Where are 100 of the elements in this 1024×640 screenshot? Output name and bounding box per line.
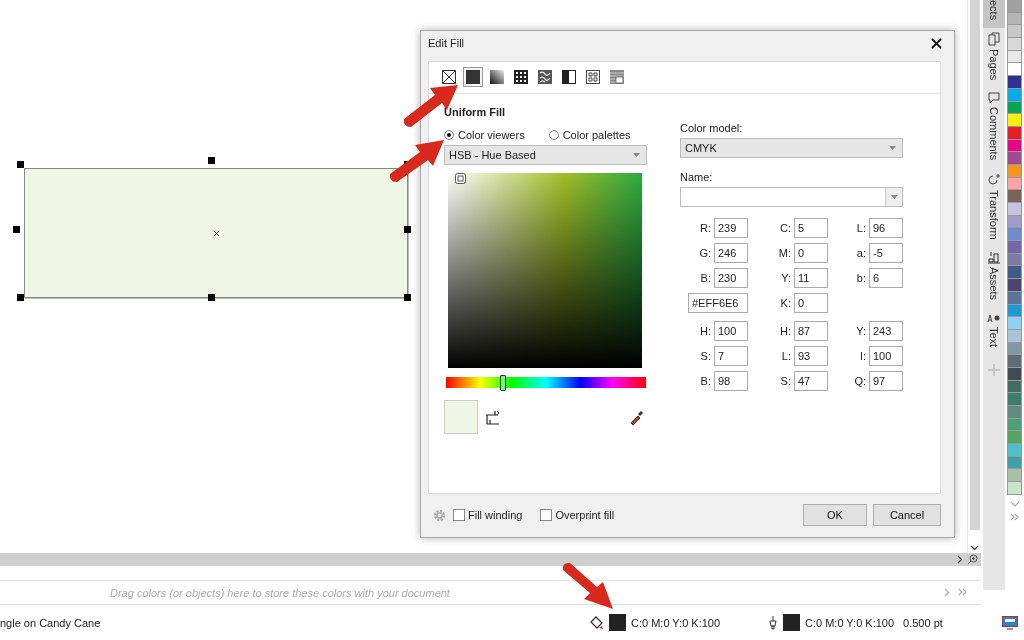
hue-slider[interactable] [446,377,646,388]
color-swatch[interactable] [1007,392,1022,406]
value-field[interactable]: 11 [794,268,828,288]
value-field[interactable]: 100 [869,346,903,366]
monitor-icon[interactable] [1002,615,1018,630]
docker-tab[interactable]: Transform [983,168,1005,248]
docker-tab[interactable]: ects [983,0,1005,29]
color-picker-marker-icon[interactable] [455,173,466,184]
color-swatch[interactable] [1007,278,1022,292]
text-icon[interactable] [987,312,1001,325]
value-field[interactable]: 7 [714,346,748,366]
hue-slider-thumb[interactable] [500,375,506,391]
value-field[interactable]: 87 [794,321,828,341]
rotate-icon[interactable] [987,172,1001,187]
pages-icon[interactable] [988,32,1000,47]
add-icon[interactable] [988,363,1000,376]
docker-tab[interactable]: Comments [983,88,1005,169]
color-swatch[interactable] [1007,0,1022,13]
color-swatch[interactable] [1007,354,1022,368]
docker-tab[interactable]: Text [983,308,1005,356]
chevron-down-icon[interactable] [970,545,979,551]
value-field[interactable]: 0 [794,243,828,263]
color-swatch[interactable] [1007,62,1022,77]
color-swatch[interactable] [1007,443,1022,457]
value-field[interactable]: 47 [794,371,828,391]
radio-button[interactable] [444,130,454,140]
selection-handle[interactable] [404,294,411,301]
color-swatch[interactable] [1007,265,1022,280]
color-swatch[interactable] [1007,37,1022,51]
value-field[interactable]: 97 [869,371,903,391]
value-field[interactable]: 6 [869,268,903,288]
selection-handle[interactable] [208,157,215,164]
value-field[interactable]: -5 [869,243,903,263]
checkbox-option[interactable]: Overprint fill [540,509,615,521]
assets-icon[interactable] [987,251,1001,265]
rectangle-shape[interactable] [24,168,408,298]
color-swatch[interactable] [1007,24,1022,39]
checkbox-option[interactable]: Fill winding [453,509,523,521]
color-swatch[interactable] [1007,113,1022,127]
speech-bubble-icon[interactable] [988,92,1000,105]
color-swatch[interactable] [1007,75,1022,89]
radio-option[interactable]: Color viewers [444,129,525,141]
settings-icon[interactable] [432,507,447,523]
checkbox[interactable] [540,509,553,521]
value-field[interactable]: 0 [794,293,828,313]
zoom-icon[interactable] [967,554,978,565]
color-swatch[interactable] [1007,316,1022,330]
pen-nib-icon[interactable] [768,615,778,630]
value-field[interactable]: 230 [714,268,748,288]
selection-handle[interactable] [208,294,215,301]
fill-type-button[interactable] [583,67,603,87]
color-swatch[interactable] [1007,481,1022,495]
outline-color-swatch[interactable] [783,614,800,631]
dialog-button[interactable]: Cancel [873,504,941,526]
eyedropper-icon[interactable] [629,409,645,425]
docker-tab[interactable]: Assets [983,247,1005,309]
color-swatch[interactable] [1007,189,1022,203]
value-field[interactable]: 96 [869,218,903,238]
dropdown-arrow-icon[interactable] [890,195,898,199]
value-field[interactable]: 98 [714,371,748,391]
viewer-dropdown[interactable]: HSB - Hue Based [444,145,647,165]
docker-tab[interactable]: Pages [983,28,1005,89]
fill-type-button[interactable] [463,67,483,87]
close-icon[interactable] [931,37,942,49]
fill-color-swatch[interactable] [609,614,626,631]
selection-handle[interactable] [17,294,24,301]
radio-button[interactable] [548,130,559,140]
horizontal-scrollbar[interactable] [0,553,981,566]
checkbox[interactable] [453,509,465,521]
fill-bucket-icon[interactable] [590,615,604,630]
color-swatch[interactable] [1007,202,1022,216]
value-field[interactable]: 243 [869,321,903,341]
color-swatch[interactable] [1007,430,1022,445]
color-swatch[interactable] [1007,151,1022,165]
vertical-scrollbar[interactable] [967,0,981,553]
double-chevron-icon[interactable] [958,588,967,596]
fill-type-button[interactable] [439,67,459,87]
fill-type-button[interactable] [535,67,555,87]
selection-handle[interactable] [13,226,20,233]
radio-option[interactable]: Color palettes [548,129,631,141]
value-field[interactable]: 100 [714,321,748,341]
fill-type-button[interactable] [487,67,507,87]
color-swatch[interactable] [1007,227,1022,242]
selection-handle[interactable] [17,161,24,168]
color-swatch[interactable] [1007,405,1022,419]
value-field[interactable]: 93 [794,346,828,366]
color-swatch[interactable] [1007,468,1022,483]
hex-field[interactable]: #EFF6E6 [688,293,748,313]
chevron-right-icon[interactable] [957,555,963,564]
dialog-button[interactable]: OK [803,504,867,526]
value-field[interactable]: 5 [794,218,828,238]
name-combo-box[interactable] [680,187,903,207]
selection-handle[interactable] [404,226,411,233]
fill-type-button[interactable] [511,67,531,87]
color-model-dropdown[interactable]: CMYK [680,138,903,158]
value-field[interactable]: 239 [714,218,748,238]
swap-icon[interactable] [485,409,500,425]
double-chevron-icon[interactable] [1010,512,1019,521]
value-field[interactable]: 246 [714,243,748,263]
color-field[interactable] [448,173,642,368]
